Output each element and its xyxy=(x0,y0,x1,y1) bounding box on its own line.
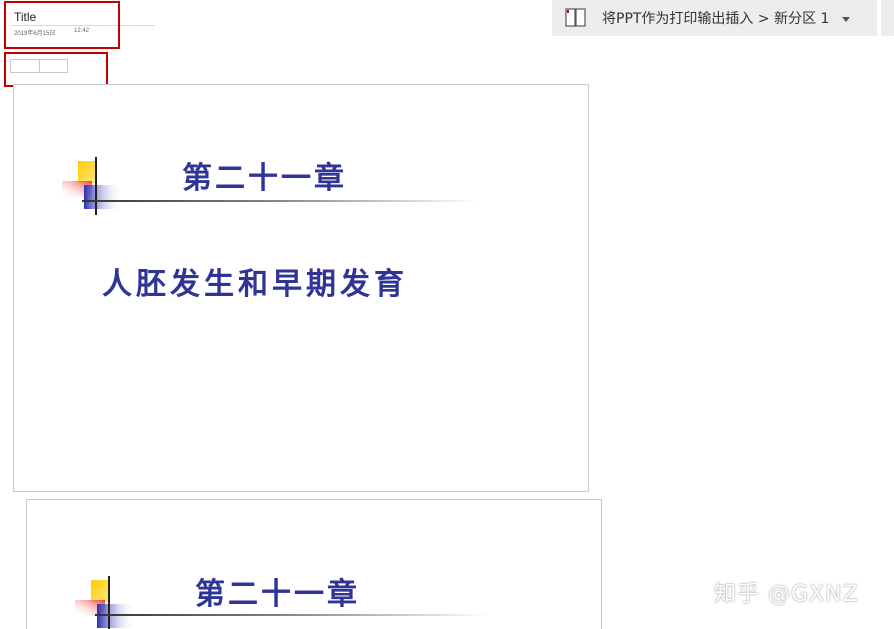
slide-logo-icon xyxy=(60,157,124,217)
ppt-printout-slide[interactable]: 第二十一章 xyxy=(26,499,602,629)
slide-chapter-title: 第二十一章 xyxy=(195,577,360,612)
watermark: 知乎 @GXNZ xyxy=(714,582,859,607)
chevron-down-icon[interactable] xyxy=(839,11,853,25)
slide-divider-line xyxy=(82,200,477,202)
ppt-printout-slide[interactable]: 第二十一章 人胚发生和早期发育 xyxy=(13,84,589,492)
slide-logo-icon xyxy=(73,576,137,629)
slide-divider-line xyxy=(95,614,490,616)
table-cell[interactable] xyxy=(11,60,40,72)
annotation-box-title xyxy=(4,1,120,49)
slide-subtitle: 人胚发生和早期发育 xyxy=(102,267,408,302)
notebook-icon xyxy=(564,0,594,36)
slide-chapter-title: 第二十一章 xyxy=(182,161,347,196)
toolbar-edge xyxy=(881,0,894,36)
mini-table[interactable] xyxy=(10,59,68,73)
breadcrumb-text[interactable]: 将PPT作为打印输出插入 > 新分区 1 xyxy=(602,8,829,28)
section-breadcrumb[interactable]: 将PPT作为打印输出插入 > 新分区 1 xyxy=(552,0,877,36)
table-cell[interactable] xyxy=(40,60,68,72)
